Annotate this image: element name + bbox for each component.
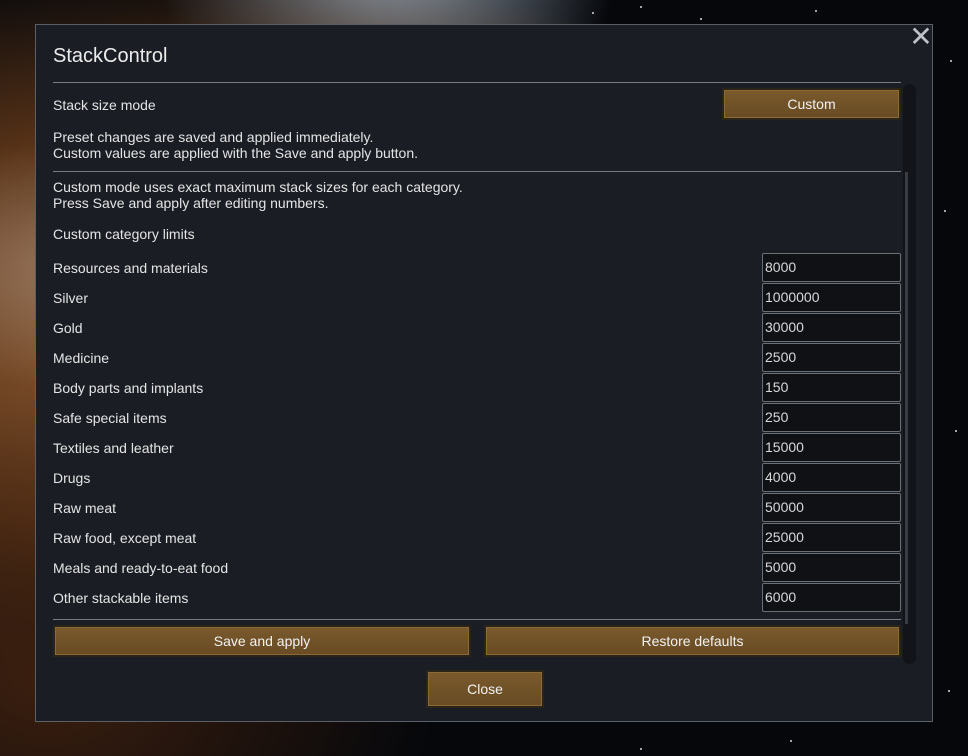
scrollbar[interactable] [903, 84, 916, 664]
star [815, 10, 817, 12]
category-label-silver: Silver [53, 290, 89, 306]
category-label-resources: Resources and materials [53, 260, 208, 276]
preset-note-line-1: Preset changes are saved and applied imm… [53, 129, 374, 145]
mode-select-button[interactable]: Custom [722, 88, 901, 120]
category-input-gold[interactable]: 30000 [762, 313, 901, 342]
star [640, 6, 642, 8]
custom-note: Custom mode uses exact maximum stack siz… [53, 179, 463, 211]
dialog-title: StackControl [53, 45, 168, 67]
category-label-gold: Gold [53, 320, 83, 336]
mode-label: Stack size mode [53, 97, 156, 113]
close-button[interactable]: Close [426, 670, 544, 708]
category-input-resources[interactable]: 8000 [762, 253, 901, 282]
star [950, 60, 952, 62]
category-label-drugs: Drugs [53, 470, 91, 486]
category-input-silver[interactable]: 1000000 [762, 283, 901, 312]
category-label-body-parts: Body parts and implants [53, 380, 204, 396]
category-label-raw-meat: Raw meat [53, 500, 117, 516]
category-label-other: Other stackable items [53, 590, 189, 606]
section-divider [53, 171, 901, 172]
category-label-textiles: Textiles and leather [53, 440, 174, 456]
title-divider [53, 82, 901, 83]
restore-defaults-button[interactable]: Restore defaults [484, 625, 901, 657]
buttons-divider [53, 619, 901, 620]
star [955, 430, 957, 432]
save-apply-button[interactable]: Save and apply [53, 625, 471, 657]
category-input-drugs[interactable]: 4000 [762, 463, 901, 492]
star [640, 748, 642, 750]
scrollbar-thumb[interactable] [905, 172, 908, 624]
category-label-safe-special: Safe special items [53, 410, 167, 426]
stackcontrol-dialog: StackControl Stack size mode Custom Pres… [35, 24, 933, 722]
custom-limits-heading: Custom category limits [53, 226, 195, 242]
custom-note-line-2: Press Save and apply after editing numbe… [53, 195, 329, 211]
star [592, 12, 594, 14]
preset-note: Preset changes are saved and applied imm… [53, 129, 418, 161]
category-label-meals: Meals and ready-to-eat food [53, 560, 229, 576]
category-input-safe-special[interactable]: 250 [762, 403, 901, 432]
star [790, 740, 792, 742]
category-input-medicine[interactable]: 2500 [762, 343, 901, 372]
category-input-other[interactable]: 6000 [762, 583, 901, 612]
preset-note-line-2: Custom values are applied with the Save … [53, 145, 419, 161]
category-input-raw-food[interactable]: 25000 [762, 523, 901, 552]
star [700, 18, 702, 20]
category-label-medicine: Medicine [53, 350, 110, 366]
category-input-raw-meat[interactable]: 50000 [762, 493, 901, 522]
category-input-textiles[interactable]: 15000 [762, 433, 901, 462]
custom-note-line-1: Custom mode uses exact maximum stack siz… [53, 179, 463, 195]
close-icon[interactable]: ✕ [908, 23, 934, 51]
star [944, 210, 946, 212]
category-input-meals[interactable]: 5000 [762, 553, 901, 582]
category-label-raw-food: Raw food, except meat [53, 530, 197, 546]
category-input-body-parts[interactable]: 150 [762, 373, 901, 402]
star [948, 690, 950, 692]
